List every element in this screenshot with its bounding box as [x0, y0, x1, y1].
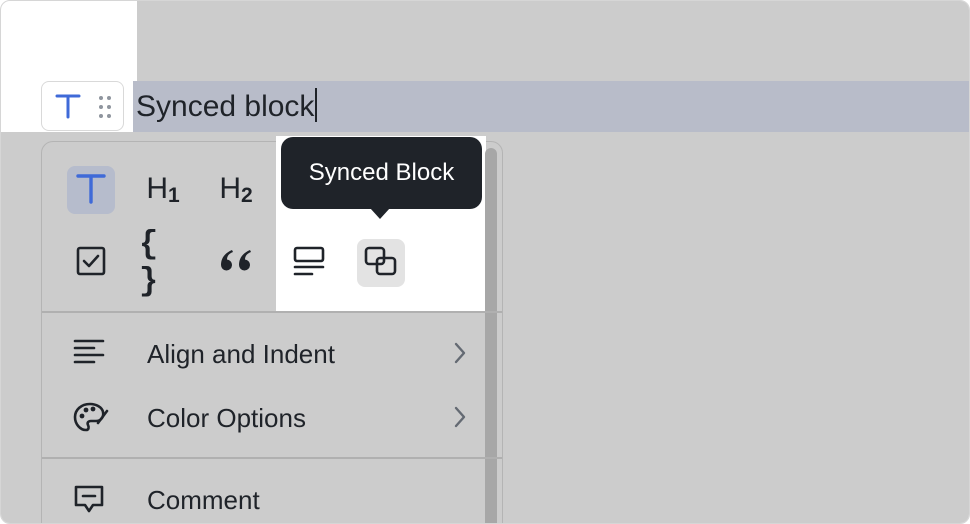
heading1-letter: H — [146, 172, 168, 205]
block-type-todo-button[interactable] — [67, 239, 115, 287]
menu-divider — [42, 311, 502, 313]
code-braces-icon: { } — [139, 226, 159, 300]
text-caret — [315, 88, 318, 122]
checkbox-icon — [75, 245, 107, 282]
heading1-sub: 1 — [167, 184, 180, 207]
align-left-icon — [72, 337, 108, 369]
text-t-icon — [74, 171, 108, 210]
block-text[interactable]: Synced block — [136, 88, 318, 125]
menu-item-align-indent[interactable]: Align and Indent — [42, 325, 482, 381]
block-type-synced-block-button[interactable] — [357, 239, 405, 287]
menu-item-comment[interactable]: Comment — [42, 471, 482, 523]
heading2-letter: H — [219, 172, 241, 205]
block-type-code-button[interactable]: { } — [139, 226, 187, 300]
drag-handle-icon[interactable] — [98, 95, 112, 124]
editor-window: Synced block H1 H2 {} Align and Indent … — [0, 0, 970, 524]
menu-divider — [42, 457, 502, 459]
text-type-icon[interactable] — [54, 93, 82, 124]
menu-item-color-options[interactable]: Color Options — [42, 389, 482, 445]
dim-overlay-top — [137, 1, 969, 81]
tooltip-arrow — [370, 208, 390, 219]
block-type-text-button[interactable] — [67, 166, 115, 214]
block-text-content: Synced block — [136, 90, 315, 123]
block-type-heading2-button[interactable]: H2 — [212, 166, 260, 214]
heading2-icon: H2 — [219, 172, 252, 208]
comment-icon — [72, 483, 108, 515]
synced-block-icon — [363, 245, 399, 282]
callout-icon — [292, 245, 326, 282]
align-indent-label: Align and Indent — [147, 339, 335, 369]
comment-label: Comment — [147, 485, 260, 515]
palette-icon — [72, 401, 109, 433]
block-type-heading1-button[interactable]: H1 — [139, 166, 187, 214]
block-type-callout-button[interactable] — [285, 239, 333, 287]
chevron-right-icon — [452, 405, 468, 434]
block-handle[interactable] — [41, 81, 124, 131]
quote-icon — [218, 246, 254, 281]
heading2-sub: 2 — [240, 184, 253, 207]
block-type-quote-button[interactable] — [212, 239, 260, 287]
menu-scrollbar[interactable] — [485, 148, 497, 523]
heading1-icon: H1 — [146, 172, 179, 208]
tooltip-text: Synced Block — [308, 159, 455, 186]
chevron-right-icon — [452, 341, 468, 370]
color-options-label: Color Options — [147, 403, 306, 433]
synced-block-tooltip: Synced Block — [281, 137, 482, 209]
